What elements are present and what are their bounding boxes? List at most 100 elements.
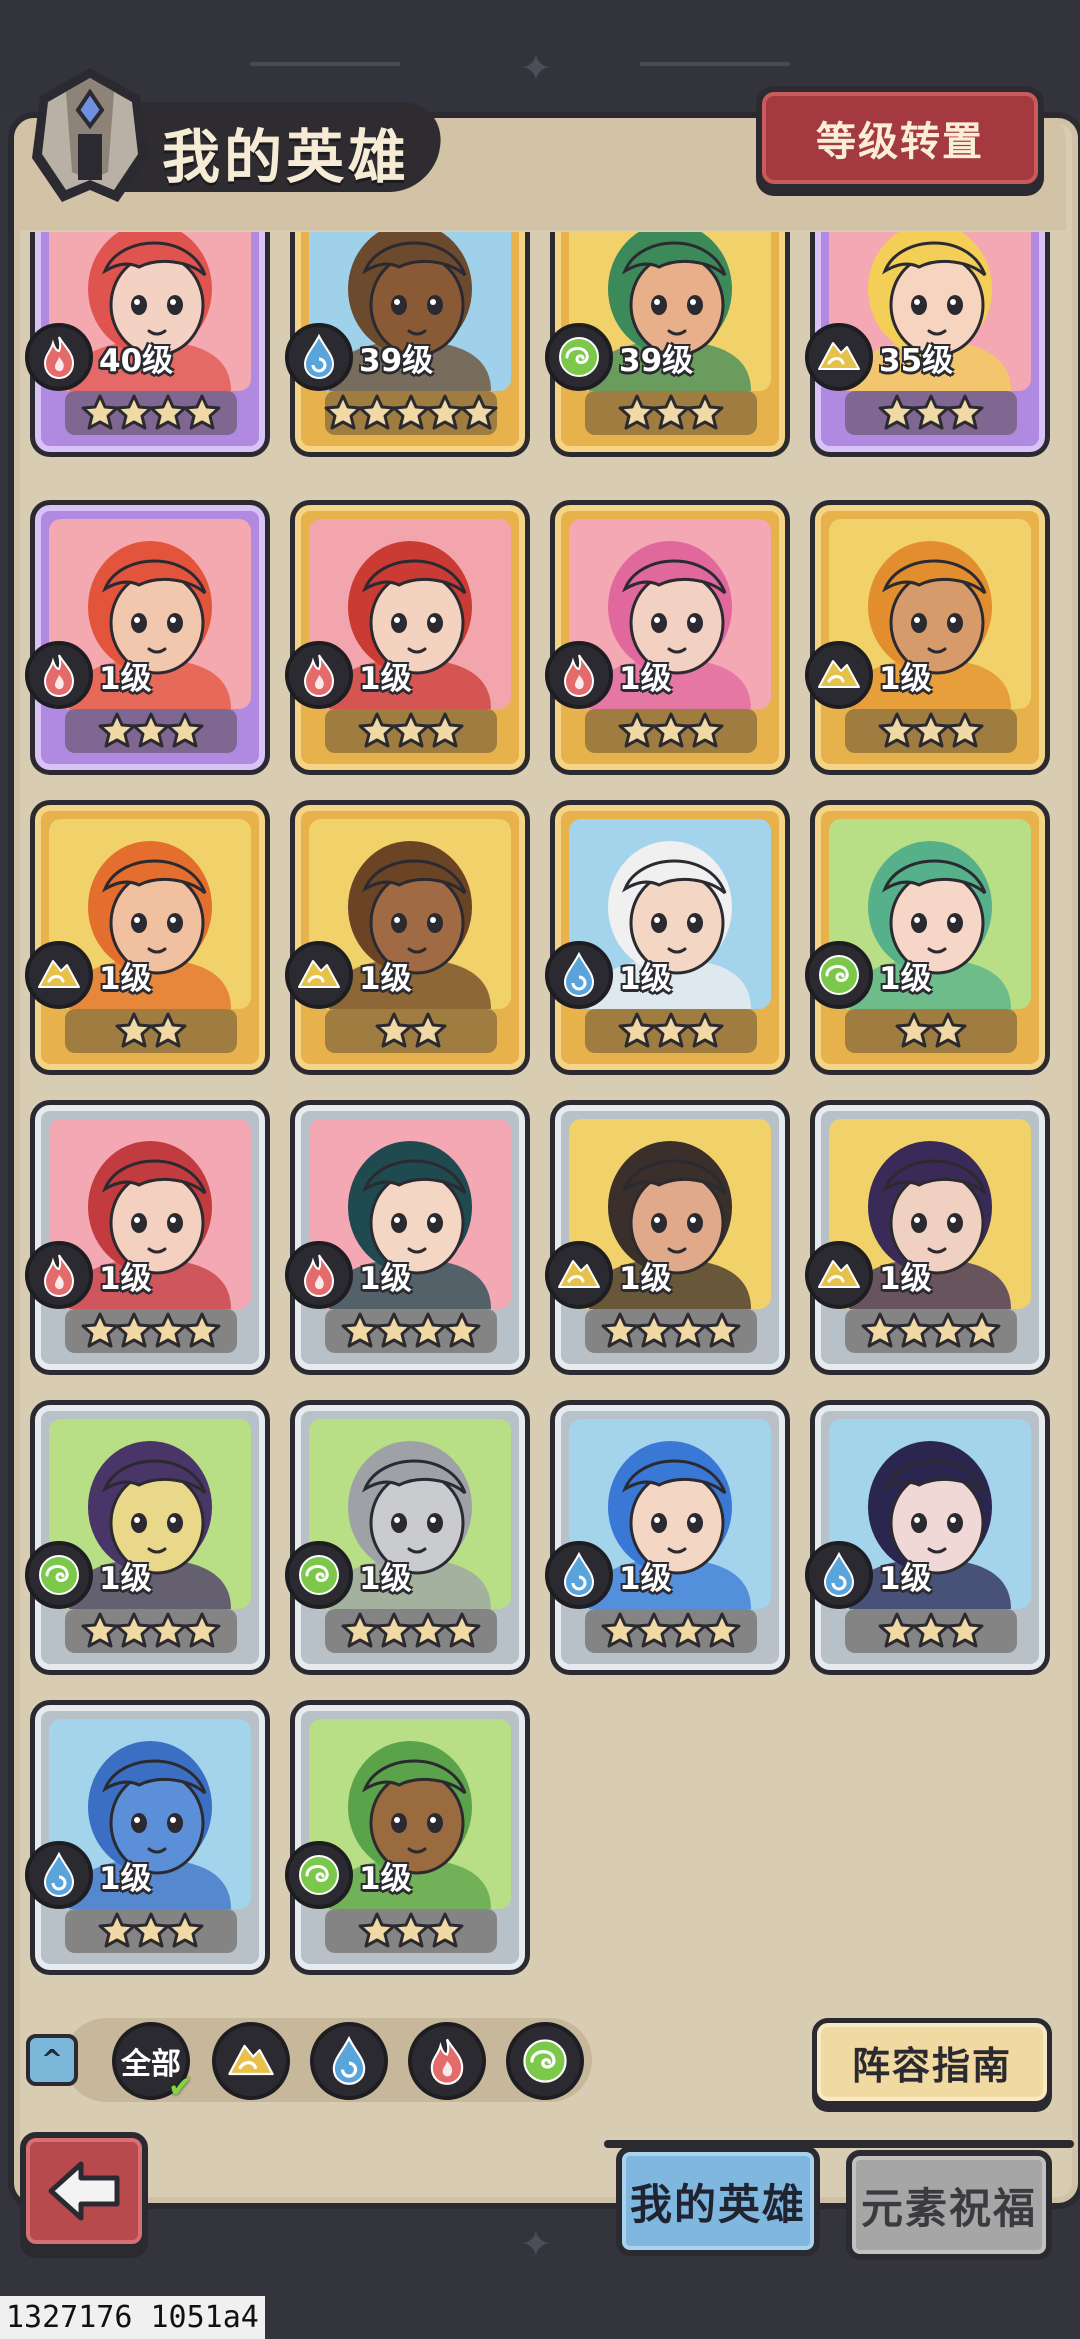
star-rating: [65, 1909, 237, 1953]
hero-card[interactable]: 1级: [545, 800, 790, 1075]
star-rating: [585, 1309, 757, 1353]
filter-fire-button[interactable]: [408, 2022, 486, 2100]
chevron-up-icon: ^: [41, 2045, 63, 2075]
hero-card[interactable]: 1级: [805, 1100, 1050, 1375]
hero-level: 1级: [359, 661, 412, 697]
hero-level: 1级: [879, 661, 932, 697]
star-rating: [845, 709, 1017, 753]
tab-element-blessing[interactable]: 元素祝福: [846, 2150, 1052, 2260]
hero-card[interactable]: 1级: [25, 500, 270, 775]
star-icon: [703, 1612, 741, 1648]
star-icon: [946, 1612, 984, 1648]
hero-level: 1级: [99, 1561, 152, 1597]
hero-card[interactable]: 1级: [805, 800, 1050, 1075]
hero-card[interactable]: 40级: [25, 232, 270, 457]
star-icon: [963, 1312, 1001, 1348]
hero-level: 1级: [879, 1561, 932, 1597]
earth-element-icon: [545, 1241, 613, 1309]
filter-all-button[interactable]: 全部 ✔: [112, 2022, 193, 2105]
filter-wind-button[interactable]: [506, 2022, 584, 2100]
star-rating: [585, 391, 757, 435]
star-icon: [166, 1912, 204, 1948]
earth-element-icon: [805, 1241, 873, 1309]
filter-water-button[interactable]: [310, 2022, 388, 2100]
star-icon: [460, 394, 498, 430]
checkmark-icon: ✔: [168, 2070, 194, 2105]
hero-card[interactable]: 1级: [545, 500, 790, 775]
deco-star-icon: ✦: [520, 2222, 552, 2266]
wind-element-icon: [523, 2039, 567, 2083]
hero-card[interactable]: 39级: [285, 232, 530, 457]
water-element-icon: [545, 941, 613, 1009]
star-rating: [845, 1609, 1017, 1653]
hero-card[interactable]: 1级: [25, 1700, 270, 1975]
deco-line: [640, 62, 790, 66]
star-icon: [166, 712, 204, 748]
back-button[interactable]: [20, 2132, 148, 2250]
star-icon: [686, 1012, 724, 1048]
wind-element-icon: [545, 323, 613, 391]
star-icon: [946, 394, 984, 430]
star-icon: [426, 1912, 464, 1948]
hero-card[interactable]: 1级: [545, 1400, 790, 1675]
star-rating: [325, 1609, 497, 1653]
star-rating: [65, 1009, 237, 1053]
hero-level: 1级: [879, 1261, 932, 1297]
hero-level: 1级: [619, 961, 672, 997]
star-icon: [686, 394, 724, 430]
star-icon: [946, 712, 984, 748]
hero-card[interactable]: 1级: [285, 500, 530, 775]
collapse-filter-button[interactable]: ^: [26, 2034, 78, 2086]
earth-element-icon: [25, 941, 93, 1009]
earth-element-icon: [805, 641, 873, 709]
star-rating: [324, 391, 498, 435]
back-arrow-icon: [48, 2161, 120, 2221]
hero-level: 1级: [879, 961, 932, 997]
fire-element-icon: [25, 641, 93, 709]
hero-card[interactable]: 1级: [285, 1700, 530, 1975]
hero-card[interactable]: 1级: [805, 500, 1050, 775]
star-rating: [65, 709, 237, 753]
water-element-icon: [285, 323, 353, 391]
hero-card[interactable]: 1级: [25, 1400, 270, 1675]
water-element-icon: [805, 1541, 873, 1609]
hero-card[interactable]: 1级: [25, 800, 270, 1075]
wind-element-icon: [285, 1541, 353, 1609]
star-rating: [585, 709, 757, 753]
star-rating: [65, 1609, 237, 1653]
hero-grid: 40级 39级 39级 35级 1级 1级 1级 1级 1级 1级 1级 1级 …: [18, 232, 1064, 2012]
hero-card[interactable]: 1级: [545, 1100, 790, 1375]
wind-element-icon: [805, 941, 873, 1009]
wind-element-icon: [285, 1841, 353, 1909]
water-element-icon: [25, 1841, 93, 1909]
lineup-guide-button[interactable]: 阵容指南: [812, 2018, 1052, 2106]
star-rating: [845, 391, 1017, 435]
hero-level: 1级: [99, 1261, 152, 1297]
debug-text: 1327176 1051a4: [0, 2296, 265, 2339]
hero-level: 1级: [359, 1861, 412, 1897]
hero-level: 39级: [359, 343, 434, 379]
hero-level: 1级: [99, 661, 152, 697]
hero-card[interactable]: 1级: [285, 1400, 530, 1675]
star-icon: [149, 1012, 187, 1048]
filter-earth-button[interactable]: [212, 2022, 290, 2100]
tab-my-heroes[interactable]: 我的英雄: [616, 2146, 820, 2256]
hero-card[interactable]: 1级: [25, 1100, 270, 1375]
hero-card[interactable]: 1级: [805, 1400, 1050, 1675]
hero-card[interactable]: 1级: [285, 800, 530, 1075]
hero-level: 1级: [619, 1561, 672, 1597]
star-rating: [65, 1309, 237, 1353]
fire-element-icon: [285, 1241, 353, 1309]
hero-card[interactable]: 1级: [285, 1100, 530, 1375]
star-rating: [585, 1009, 757, 1053]
star-icon: [409, 1012, 447, 1048]
earth-element-icon: [805, 323, 873, 391]
level-transfer-button[interactable]: 等级转置: [756, 86, 1044, 190]
star-icon: [443, 1312, 481, 1348]
fire-element-icon: [545, 641, 613, 709]
star-icon: [426, 712, 464, 748]
hero-card[interactable]: 35级: [805, 232, 1050, 457]
hero-card[interactable]: 39级: [545, 232, 790, 457]
hero-level: 40级: [99, 343, 174, 379]
star-icon: [183, 1312, 221, 1348]
